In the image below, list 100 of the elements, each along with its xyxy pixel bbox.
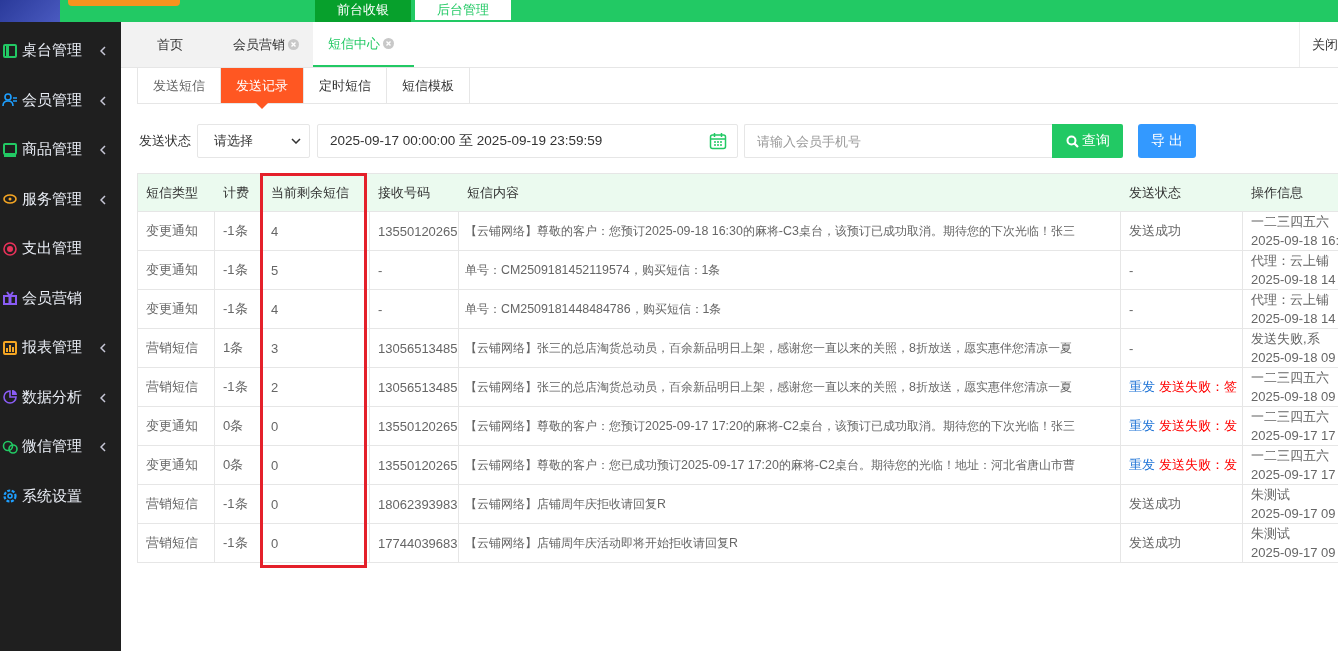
sidebar-item[interactable]: 桌台管理 — [0, 26, 121, 76]
operator-text: 一二三四五六 — [1251, 213, 1330, 231]
table-cell: 变更通知 — [137, 406, 215, 446]
time-text: 2025-09-17 17 — [1251, 427, 1337, 445]
page-tab[interactable]: 会员营销 — [197, 22, 313, 67]
table-cell: 【云铺网络】张三的总店淘货总动员，百余新品明日上架，感谢您一直以来的关照，8折放送，愿实惠伴您清凉一夏 — [458, 328, 1121, 368]
table-cell: 【云铺网络】尊敬的客户：您已成功预订2025-09-17 17:20的麻将-C2桌台。期待您的光临！地址：河北省唐山市曹 — [458, 445, 1121, 485]
sidebar-label: 桌台管理 — [22, 41, 82, 61]
table-cell: 发送成功 — [1120, 484, 1243, 524]
table-cell: 0 — [262, 406, 370, 446]
table-cell: - — [1120, 250, 1243, 290]
sidebar-label: 支出管理 — [22, 239, 82, 259]
table-cell: 【云铺网络】尊敬的客户：您预订2025-09-17 17:20的麻将-C2桌台，该预订已成功取消。期待您的下次光临！张三 — [458, 406, 1121, 446]
table-cell: 【云铺网络】店铺周年庆活动即将开始拒收请回复R — [458, 523, 1121, 563]
operator-text: 朱测试 — [1251, 525, 1291, 543]
sidebar-label: 系统设置 — [22, 486, 82, 506]
sidebar-item[interactable]: 商品管理 — [0, 125, 121, 175]
table-cell: 变更通知 — [137, 289, 215, 329]
resend-link[interactable]: 重发 — [1129, 457, 1155, 472]
column-header: 接收号码 — [369, 173, 459, 212]
table-cell: 0 — [262, 484, 370, 524]
table-cell: 变更通知 — [137, 445, 215, 485]
calendar-icon — [709, 132, 727, 150]
table-cell: 【云铺网络】店铺周年庆拒收请回复R — [458, 484, 1121, 524]
table-cell: 变更通知 — [137, 250, 215, 290]
table-cell: 4 — [262, 289, 370, 329]
time-text: 2025-09-17 09 — [1251, 505, 1337, 523]
table-cell: - — [1120, 289, 1243, 329]
column-header: 操作信息 — [1242, 173, 1338, 212]
sidebar-item[interactable]: 会员管理 — [0, 75, 121, 125]
table-cell: 3 — [262, 328, 370, 368]
resend-link[interactable]: 重发 — [1129, 418, 1155, 433]
sidebar-item[interactable]: 会员营销 — [0, 273, 121, 323]
sidebar-label: 商品管理 — [22, 140, 82, 160]
table-cell: 【云铺网络】张三的总店淘货总动员，百余新品明日上架，感谢您一直以来的关照，8折放送，愿实惠伴您清凉一夏 — [458, 367, 1121, 407]
table-cell: - — [1120, 328, 1243, 368]
status-select[interactable]: 请选择 — [197, 124, 310, 158]
sidebar-label: 服务管理 — [22, 189, 82, 209]
status-text: 发送失败：发 — [1158, 418, 1237, 433]
table-cell: - — [369, 250, 459, 290]
table-cell: 0 — [262, 523, 370, 563]
caret-icon — [291, 138, 301, 144]
table-cell: 17744039683 — [369, 523, 459, 563]
table-cell: 单号：CM2509181448484786，购买短信：1条 — [458, 289, 1121, 329]
column-header: 短信类型 — [137, 173, 215, 212]
time-text: 2025-09-17 09 — [1251, 544, 1337, 562]
time-text: 2025-09-18 16: — [1251, 232, 1338, 250]
table-cell: 18062393983 — [369, 484, 459, 524]
time-text: 2025-09-18 14 — [1251, 310, 1337, 328]
table-cell: 4 — [262, 211, 370, 251]
sidebar-label: 数据分析 — [22, 387, 82, 407]
time-text: 2025-09-18 14 — [1251, 271, 1337, 289]
tab-pointer — [256, 103, 268, 109]
table-cell: 13056513485 — [369, 367, 459, 407]
table-cell: 0 — [262, 445, 370, 485]
sidebar-item[interactable]: 报表管理 — [0, 323, 121, 373]
sub-tab[interactable]: 定时短信 — [304, 68, 387, 103]
close-icon[interactable] — [383, 38, 394, 49]
close-icon[interactable] — [288, 39, 299, 50]
table-cell: 2 — [262, 367, 370, 407]
column-header: 短信内容 — [458, 173, 1121, 212]
sidebar-item[interactable]: 数据分析 — [0, 372, 121, 422]
operator-text: 发送失败,系 — [1251, 330, 1321, 348]
close-tabs-button[interactable]: 关闭 — [1299, 22, 1338, 67]
table-cell: 营销短信 — [137, 367, 215, 407]
search-icon — [1065, 134, 1079, 148]
operator-text: 代理：云上铺 — [1251, 252, 1330, 270]
table-cell: 13550120265 — [369, 406, 459, 446]
status-text: 发送失败：发 — [1158, 457, 1237, 472]
date-range-field[interactable]: 2025-09-17 00:00:00 至 2025-09-19 23:59:59 — [317, 124, 738, 158]
logo-image — [0, 0, 60, 22]
status-text: 发送失败：签 — [1158, 379, 1237, 394]
filter-label: 发送状态 — [139, 132, 191, 150]
sidebar-label: 报表管理 — [22, 338, 82, 358]
sidebar-item[interactable]: 系统设置 — [0, 471, 121, 521]
table-cell: 营销短信 — [137, 523, 215, 563]
phone-input[interactable]: 请输入会员手机号 — [744, 124, 1052, 158]
table-cell: 【云铺网络】尊敬的客户：您预订2025-09-18 16:30的麻将-C3桌台，该预订已成功取消。期待您的下次光临！张三 — [458, 211, 1121, 251]
operator-text: 朱测试 — [1251, 486, 1291, 504]
operator-text: 一二三四五六 — [1251, 369, 1330, 387]
sidebar-item[interactable]: 微信管理 — [0, 422, 121, 472]
operator-text: 一二三四五六 — [1251, 447, 1330, 465]
table-cell: 变更通知 — [137, 211, 215, 251]
table-cell: 单号：CM2509181452119574，购买短信：1条 — [458, 250, 1121, 290]
header-button[interactable] — [68, 0, 180, 6]
operator-text: 一二三四五六 — [1251, 408, 1330, 426]
table-cell: 13056513485 — [369, 328, 459, 368]
table-cell: 13550120265 — [369, 445, 459, 485]
sidebar-label: 微信管理 — [22, 437, 82, 457]
table-cell: 发送成功 — [1120, 523, 1243, 563]
sub-tab[interactable]: 短信模板 — [387, 68, 470, 103]
table-cell: 13550120265 — [369, 211, 459, 251]
table-cell: 5 — [262, 250, 370, 290]
operator-text: 代理：云上铺 — [1251, 291, 1330, 309]
page-tab[interactable]: 首页 — [121, 22, 197, 67]
resend-link[interactable]: 重发 — [1129, 379, 1155, 394]
sidebar-item[interactable]: 服务管理 — [0, 174, 121, 224]
time-text: 2025-09-18 09 — [1251, 349, 1337, 367]
sidebar-item[interactable]: 支出管理 — [0, 224, 121, 274]
time-text: 2025-09-17 17 — [1251, 466, 1337, 484]
